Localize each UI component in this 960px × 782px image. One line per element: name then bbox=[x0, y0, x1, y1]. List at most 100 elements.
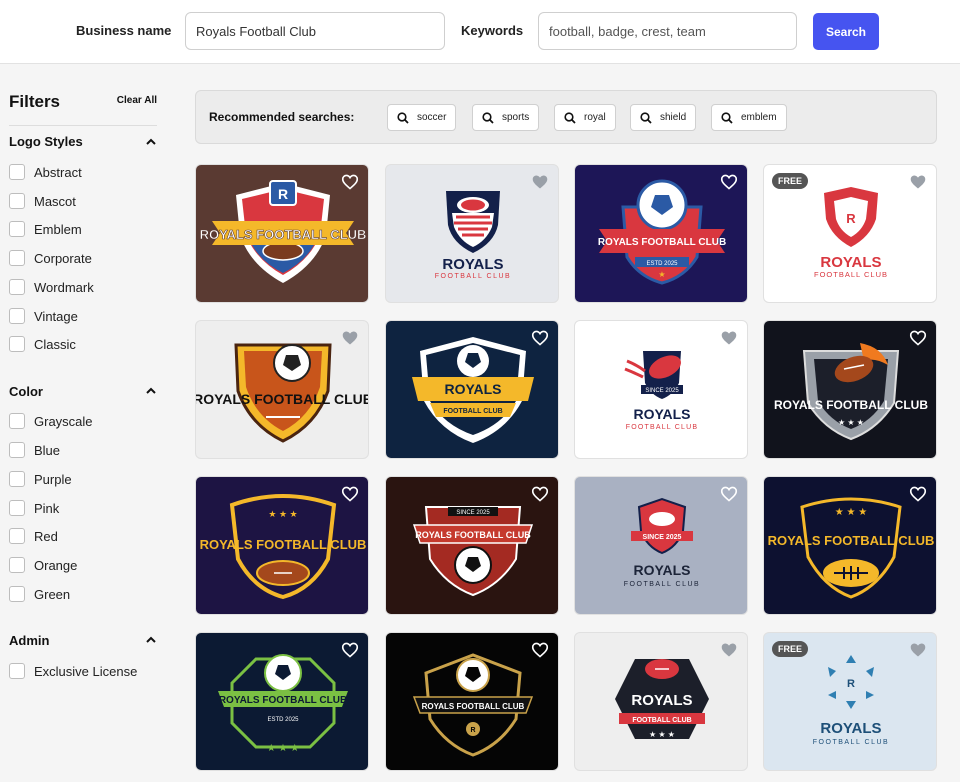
filter-option-orange[interactable]: Orange bbox=[9, 555, 77, 575]
heart-icon[interactable] bbox=[341, 330, 359, 346]
checkbox[interactable] bbox=[9, 221, 25, 237]
search-icon bbox=[397, 111, 409, 124]
option-label: Pink bbox=[34, 500, 60, 516]
logo-card[interactable]: R ROYALS FOOTBALL CLUB FREE bbox=[763, 164, 937, 303]
chip-shield[interactable]: shield bbox=[630, 104, 697, 131]
svg-text:★ ★ ★: ★ ★ ★ bbox=[835, 507, 867, 518]
filter-option-vintage[interactable]: Vintage bbox=[9, 306, 78, 326]
heart-icon[interactable] bbox=[909, 330, 927, 346]
option-label: Orange bbox=[34, 557, 78, 573]
checkbox[interactable] bbox=[9, 308, 25, 324]
color-title[interactable]: Color bbox=[9, 384, 43, 399]
checkbox[interactable] bbox=[9, 193, 25, 209]
logo-card[interactable]: SINCE 2025 ROYALS FOOTBALL CLUB bbox=[574, 320, 748, 459]
checkbox[interactable] bbox=[9, 164, 25, 180]
filter-option-grayscale[interactable]: Grayscale bbox=[9, 411, 93, 431]
filter-option-pink[interactable]: Pink bbox=[9, 498, 59, 518]
filter-option-blue[interactable]: Blue bbox=[9, 440, 60, 460]
heart-icon[interactable] bbox=[909, 642, 927, 658]
logo-card[interactable]: ROYALS FOOTBALL CLUB bbox=[195, 320, 369, 459]
monogram: R bbox=[846, 211, 856, 226]
filter-option-emblem[interactable]: Emblem bbox=[9, 219, 82, 239]
club-name: ROYALS bbox=[631, 692, 692, 709]
logo-card[interactable]: ROYALS FOOTBALL CLUB ESTD 2025 ★ bbox=[574, 164, 748, 303]
checkbox[interactable] bbox=[9, 442, 25, 458]
search-button[interactable]: Search bbox=[813, 13, 879, 50]
logo-card[interactable]: ROYALS FOOTBALL CLUB bbox=[385, 164, 559, 303]
checkbox[interactable] bbox=[9, 557, 25, 573]
checkbox[interactable] bbox=[9, 663, 25, 679]
business-name-input[interactable] bbox=[185, 12, 445, 50]
search-icon bbox=[564, 111, 576, 124]
club-name: ROYALS FOOTBALL CLUB bbox=[415, 530, 531, 540]
checkbox[interactable] bbox=[9, 586, 25, 602]
admin-title[interactable]: Admin bbox=[9, 633, 49, 648]
svg-text:★ ★ ★: ★ ★ ★ bbox=[268, 509, 297, 519]
logo-card[interactable]: ROYALS FOOTBALL CLUB ★ ★ ★ bbox=[763, 320, 937, 459]
chevron-up-icon[interactable] bbox=[145, 634, 157, 646]
option-label: Exclusive License bbox=[34, 663, 138, 679]
checkbox[interactable] bbox=[9, 528, 25, 544]
heart-icon[interactable] bbox=[720, 174, 738, 190]
logo-card[interactable]: ROYALS FOOTBALL CLUB bbox=[385, 320, 559, 459]
heart-icon[interactable] bbox=[720, 330, 738, 346]
logo-card[interactable]: ★ ★ ★ ROYALS FOOTBALL CLUB bbox=[763, 476, 937, 615]
checkbox[interactable] bbox=[9, 279, 25, 295]
option-label: Abstract bbox=[34, 164, 82, 180]
chip-label: shield bbox=[660, 112, 687, 123]
heart-icon[interactable] bbox=[909, 174, 927, 190]
keywords-label: Keywords bbox=[461, 23, 524, 38]
filter-option-exclusive-license[interactable]: Exclusive License bbox=[9, 661, 137, 681]
chip-label: sports bbox=[502, 112, 530, 123]
filter-option-mascot[interactable]: Mascot bbox=[9, 191, 76, 211]
logo-card[interactable]: SINCE 2025 ROYALS FOOTBALL CLUB bbox=[385, 476, 559, 615]
filter-option-wordmark[interactable]: Wordmark bbox=[9, 277, 94, 297]
logo-card[interactable]: ROYALS FOOTBALL CLUB ★ ★ ★ bbox=[574, 632, 748, 771]
heart-icon[interactable] bbox=[341, 174, 359, 190]
option-label: Blue bbox=[34, 442, 61, 458]
checkbox[interactable] bbox=[9, 250, 25, 266]
option-label: Emblem bbox=[34, 221, 82, 237]
free-badge: FREE bbox=[772, 641, 809, 657]
clear-all-link[interactable]: Clear All bbox=[117, 95, 157, 106]
club-name: ROYALS FOOTBALL CLUB bbox=[422, 702, 525, 711]
logo-card[interactable]: ★ ★ ★ ROYALS FOOTBALL CLUB bbox=[195, 476, 369, 615]
logo-card[interactable]: SINCE 2025 ROYALS FOOTBALL CLUB bbox=[574, 476, 748, 615]
heart-icon[interactable] bbox=[531, 486, 549, 502]
filter-option-classic[interactable]: Classic bbox=[9, 334, 76, 354]
option-label: Mascot bbox=[34, 193, 76, 209]
filter-option-abstract[interactable]: Abstract bbox=[9, 162, 82, 182]
logo-styles-title[interactable]: Logo Styles bbox=[9, 134, 83, 149]
logo-card[interactable]: ROYALS FOOTBALL CLUB R bbox=[385, 632, 559, 771]
club-est: ESTD 2025 bbox=[646, 261, 678, 267]
chip-sports[interactable]: sports bbox=[472, 104, 540, 131]
keywords-input[interactable] bbox=[538, 12, 797, 50]
heart-icon[interactable] bbox=[341, 486, 359, 502]
filter-option-corporate[interactable]: Corporate bbox=[9, 248, 92, 268]
logo-card[interactable]: R ROYALS FOOTBALL CLUB bbox=[195, 164, 369, 303]
filter-option-red[interactable]: Red bbox=[9, 526, 58, 546]
heart-icon[interactable] bbox=[720, 642, 738, 658]
logo-card[interactable]: R ROYALS FOOTBALL CLUB FREE bbox=[763, 632, 937, 771]
club-name: ROYALS FOOTBALL CLUB bbox=[219, 695, 347, 706]
heart-icon[interactable] bbox=[720, 486, 738, 502]
chevron-up-icon[interactable] bbox=[145, 136, 157, 148]
logo-card[interactable]: ROYALS FOOTBALL CLUB ESTD 2025 ★ ★ ★ bbox=[195, 632, 369, 771]
checkbox[interactable] bbox=[9, 413, 25, 429]
chevron-up-icon[interactable] bbox=[145, 385, 157, 397]
chip-royal[interactable]: royal bbox=[554, 104, 616, 131]
search-icon bbox=[482, 111, 494, 124]
heart-icon[interactable] bbox=[531, 330, 549, 346]
chip-emblem[interactable]: emblem bbox=[711, 104, 787, 131]
filter-option-green[interactable]: Green bbox=[9, 584, 70, 604]
checkbox[interactable] bbox=[9, 336, 25, 352]
checkbox[interactable] bbox=[9, 500, 25, 516]
chip-soccer[interactable]: soccer bbox=[387, 104, 457, 131]
filter-option-purple[interactable]: Purple bbox=[9, 469, 72, 489]
checkbox[interactable] bbox=[9, 471, 25, 487]
heart-icon[interactable] bbox=[531, 642, 549, 658]
heart-icon[interactable] bbox=[531, 174, 549, 190]
club-name: ROYALS bbox=[442, 256, 503, 273]
heart-icon[interactable] bbox=[341, 642, 359, 658]
heart-icon[interactable] bbox=[909, 486, 927, 502]
